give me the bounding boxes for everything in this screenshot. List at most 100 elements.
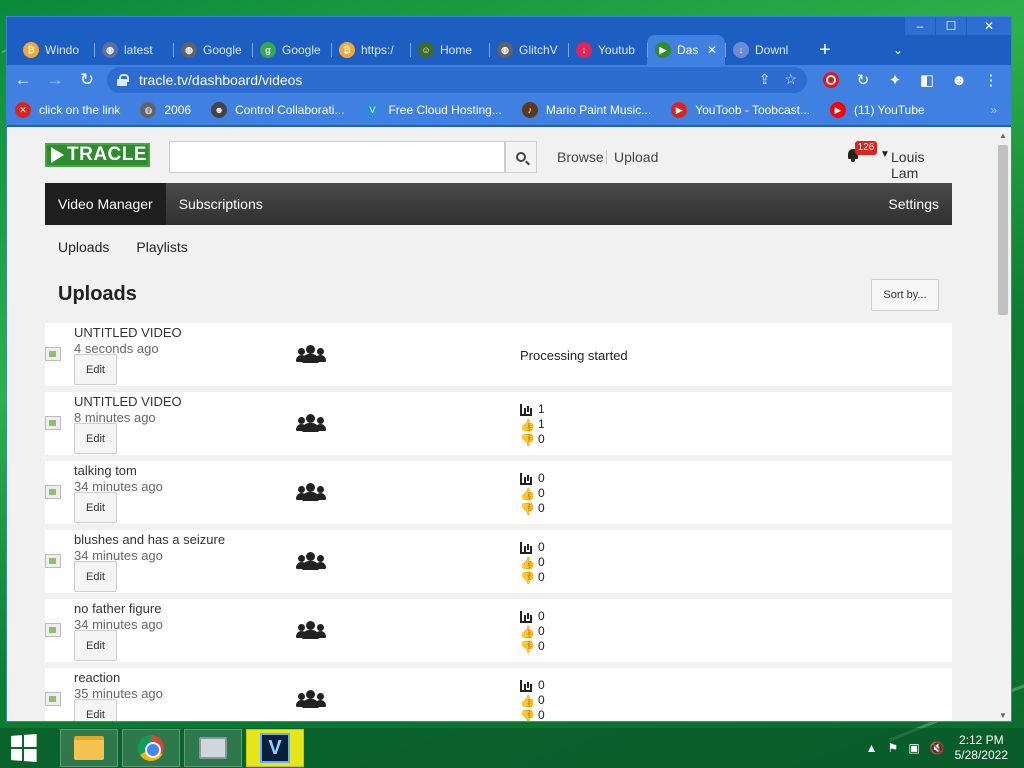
lock-icon[interactable] <box>117 74 129 86</box>
new-tab-button[interactable]: + <box>810 35 840 65</box>
edit-button[interactable]: Edit <box>74 354 117 385</box>
taskbar-monitor[interactable] <box>184 729 242 767</box>
scroll-down-icon[interactable]: ▼ <box>995 707 1011 721</box>
bookmarks-overflow-icon[interactable]: » <box>990 103 997 117</box>
browser-tab[interactable]: ₿ Windo <box>15 35 94 65</box>
network-warning-icon[interactable]: ⚑ <box>888 741 899 755</box>
video-title[interactable]: no father figure <box>74 601 161 616</box>
users-visibility-icon <box>296 483 326 501</box>
video-title[interactable]: reaction <box>74 670 120 685</box>
bookmark-label: Mario Paint Music... <box>545 103 652 117</box>
upload-link[interactable]: Upload <box>614 149 658 165</box>
tracle-logo[interactable]: TRACLE <box>45 143 150 167</box>
search-input[interactable] <box>169 141 505 173</box>
minimize-button[interactable]: – <box>905 17 935 35</box>
browser-tab[interactable]: ↓ Downl <box>725 35 804 65</box>
video-title[interactable]: blushes and has a seizure <box>74 532 225 547</box>
video-thumbnail[interactable] <box>45 485 61 499</box>
video-thumbnail[interactable] <box>45 416 61 430</box>
bookmark-favicon-icon: V <box>364 102 381 118</box>
tab-playlists[interactable]: Playlists <box>136 239 187 255</box>
bar-chart-icon <box>520 679 532 692</box>
start-button[interactable] <box>0 728 46 768</box>
video-title[interactable]: UNTITLED VIDEO <box>74 394 182 409</box>
taskbar-v-app[interactable]: V <box>246 729 304 767</box>
nav-settings[interactable]: Settings <box>875 183 952 225</box>
kebab-menu-icon[interactable]: ⋮ <box>975 65 1007 95</box>
edit-button[interactable]: Edit <box>74 699 117 721</box>
puzzle-extensions-icon[interactable]: ✦ <box>879 65 911 95</box>
volume-muted-icon[interactable]: 🔇 <box>930 741 945 755</box>
refresh-extension-icon[interactable]: ↻ <box>847 65 879 95</box>
sort-button[interactable]: Sort by... <box>871 279 939 311</box>
bookmark-item[interactable]: ✕ click on the link <box>15 102 120 118</box>
edit-button[interactable]: Edit <box>74 561 117 592</box>
target-extension-icon[interactable] <box>815 65 847 95</box>
chrome-icon <box>138 735 164 761</box>
tab-label: Google <box>203 43 242 57</box>
tray-chevron-icon[interactable]: ▲ <box>866 741 878 755</box>
video-title[interactable]: UNTITLED VIDEO <box>74 325 182 340</box>
taskbar-file-explorer[interactable] <box>60 729 118 767</box>
forward-button[interactable]: → <box>39 65 71 95</box>
tab-close-icon[interactable]: ✕ <box>707 43 717 57</box>
maximize-button[interactable]: ☐ <box>936 17 966 35</box>
edit-button[interactable]: Edit <box>74 630 117 661</box>
page-scrollbar[interactable]: ▲ ▼ <box>995 127 1011 721</box>
chevron-down-icon[interactable]: ▼ <box>880 149 890 160</box>
bookmark-star-icon[interactable]: ☆ <box>784 71 797 88</box>
tab-favicon-icon: ◍ <box>497 42 513 58</box>
bar-chart-icon <box>520 403 532 416</box>
user-menu[interactable]: Louis Lam <box>891 149 952 181</box>
profile-avatar-icon[interactable]: ☻ <box>943 65 975 95</box>
bookmark-item[interactable]: ◍ 2006 <box>140 102 191 118</box>
video-thumbnail[interactable] <box>45 554 61 568</box>
bookmark-item[interactable]: ♪ Mario Paint Music... <box>521 102 652 118</box>
reload-button[interactable]: ↻ <box>71 65 103 95</box>
bookmark-item[interactable]: V Free Cloud Hosting... <box>364 102 502 118</box>
bookmark-item[interactable]: ▶ YouToob - Toobcast... <box>671 102 810 118</box>
video-thumbnail[interactable] <box>45 347 61 361</box>
edit-button[interactable]: Edit <box>74 492 117 523</box>
browse-link[interactable]: Browse <box>557 149 604 165</box>
video-stats: 1 👍 1 👎 0 <box>520 402 545 447</box>
system-tray: ▲ ⚑ ▣ 🔇 2:12 PM 5/28/2022 <box>866 728 1024 768</box>
browser-tab[interactable]: ◍ Google <box>173 35 252 65</box>
bookmark-label: Control Collaborati... <box>235 103 345 117</box>
edit-button[interactable]: Edit <box>74 423 117 454</box>
bookmark-favicon-icon: ◍ <box>140 102 157 118</box>
scroll-thumb[interactable] <box>998 145 1008 315</box>
browser-window: – ☐ ✕ ₿ Windo ◍ latest ◍ Google g Google ₿ https:… <box>6 16 1012 722</box>
video-title[interactable]: talking tom <box>74 463 137 478</box>
table-row: UNTITLED VIDEO 8 minutes ago Edit 1 👍 1 👎 0 <box>45 392 952 455</box>
browser-tab[interactable]: ↓ Youtub <box>568 35 647 65</box>
browser-tab[interactable]: ◍ GlitchV <box>489 35 568 65</box>
close-window-button[interactable]: ✕ <box>967 17 1011 35</box>
browser-tab[interactable]: ▶ Das ✕ <box>647 35 725 65</box>
tab-label: GlitchV <box>519 43 558 57</box>
browser-tab[interactable]: ◍ latest <box>94 35 173 65</box>
clock[interactable]: 2:12 PM 5/28/2022 <box>955 733 1008 763</box>
address-bar[interactable]: tracle.tv/dashboard/videos ⇪ ☆ <box>107 67 807 93</box>
back-button[interactable]: ← <box>7 65 39 95</box>
bookmark-favicon-icon: ♪ <box>521 102 538 118</box>
video-thumbnail[interactable] <box>45 692 61 706</box>
video-thumbnail[interactable] <box>45 623 61 637</box>
browser-tab[interactable]: g Google <box>252 35 331 65</box>
tab-uploads[interactable]: Uploads <box>58 239 109 255</box>
bookmark-item[interactable]: ☻ Control Collaborati... <box>211 102 344 118</box>
bookmark-item[interactable]: ▶ (11) YouTube <box>829 102 925 118</box>
nav-video-manager[interactable]: Video Manager <box>45 183 166 225</box>
search-button[interactable] <box>505 141 537 173</box>
network-icon[interactable]: ▣ <box>908 741 919 755</box>
browser-tab[interactable]: ☺ Home <box>410 35 489 65</box>
side-panel-icon[interactable]: ◧ <box>911 65 943 95</box>
taskbar-chrome[interactable] <box>122 729 180 767</box>
tab-search-chevron-icon[interactable]: ⌄ <box>893 43 903 57</box>
browser-tab[interactable]: ₿ https:/ <box>331 35 410 65</box>
nav-subscriptions[interactable]: Subscriptions <box>166 183 276 225</box>
dislike-count: 0 <box>538 501 545 515</box>
share-icon[interactable]: ⇪ <box>759 71 771 88</box>
like-count: 0 <box>538 624 545 638</box>
scroll-up-icon[interactable]: ▲ <box>995 127 1011 143</box>
